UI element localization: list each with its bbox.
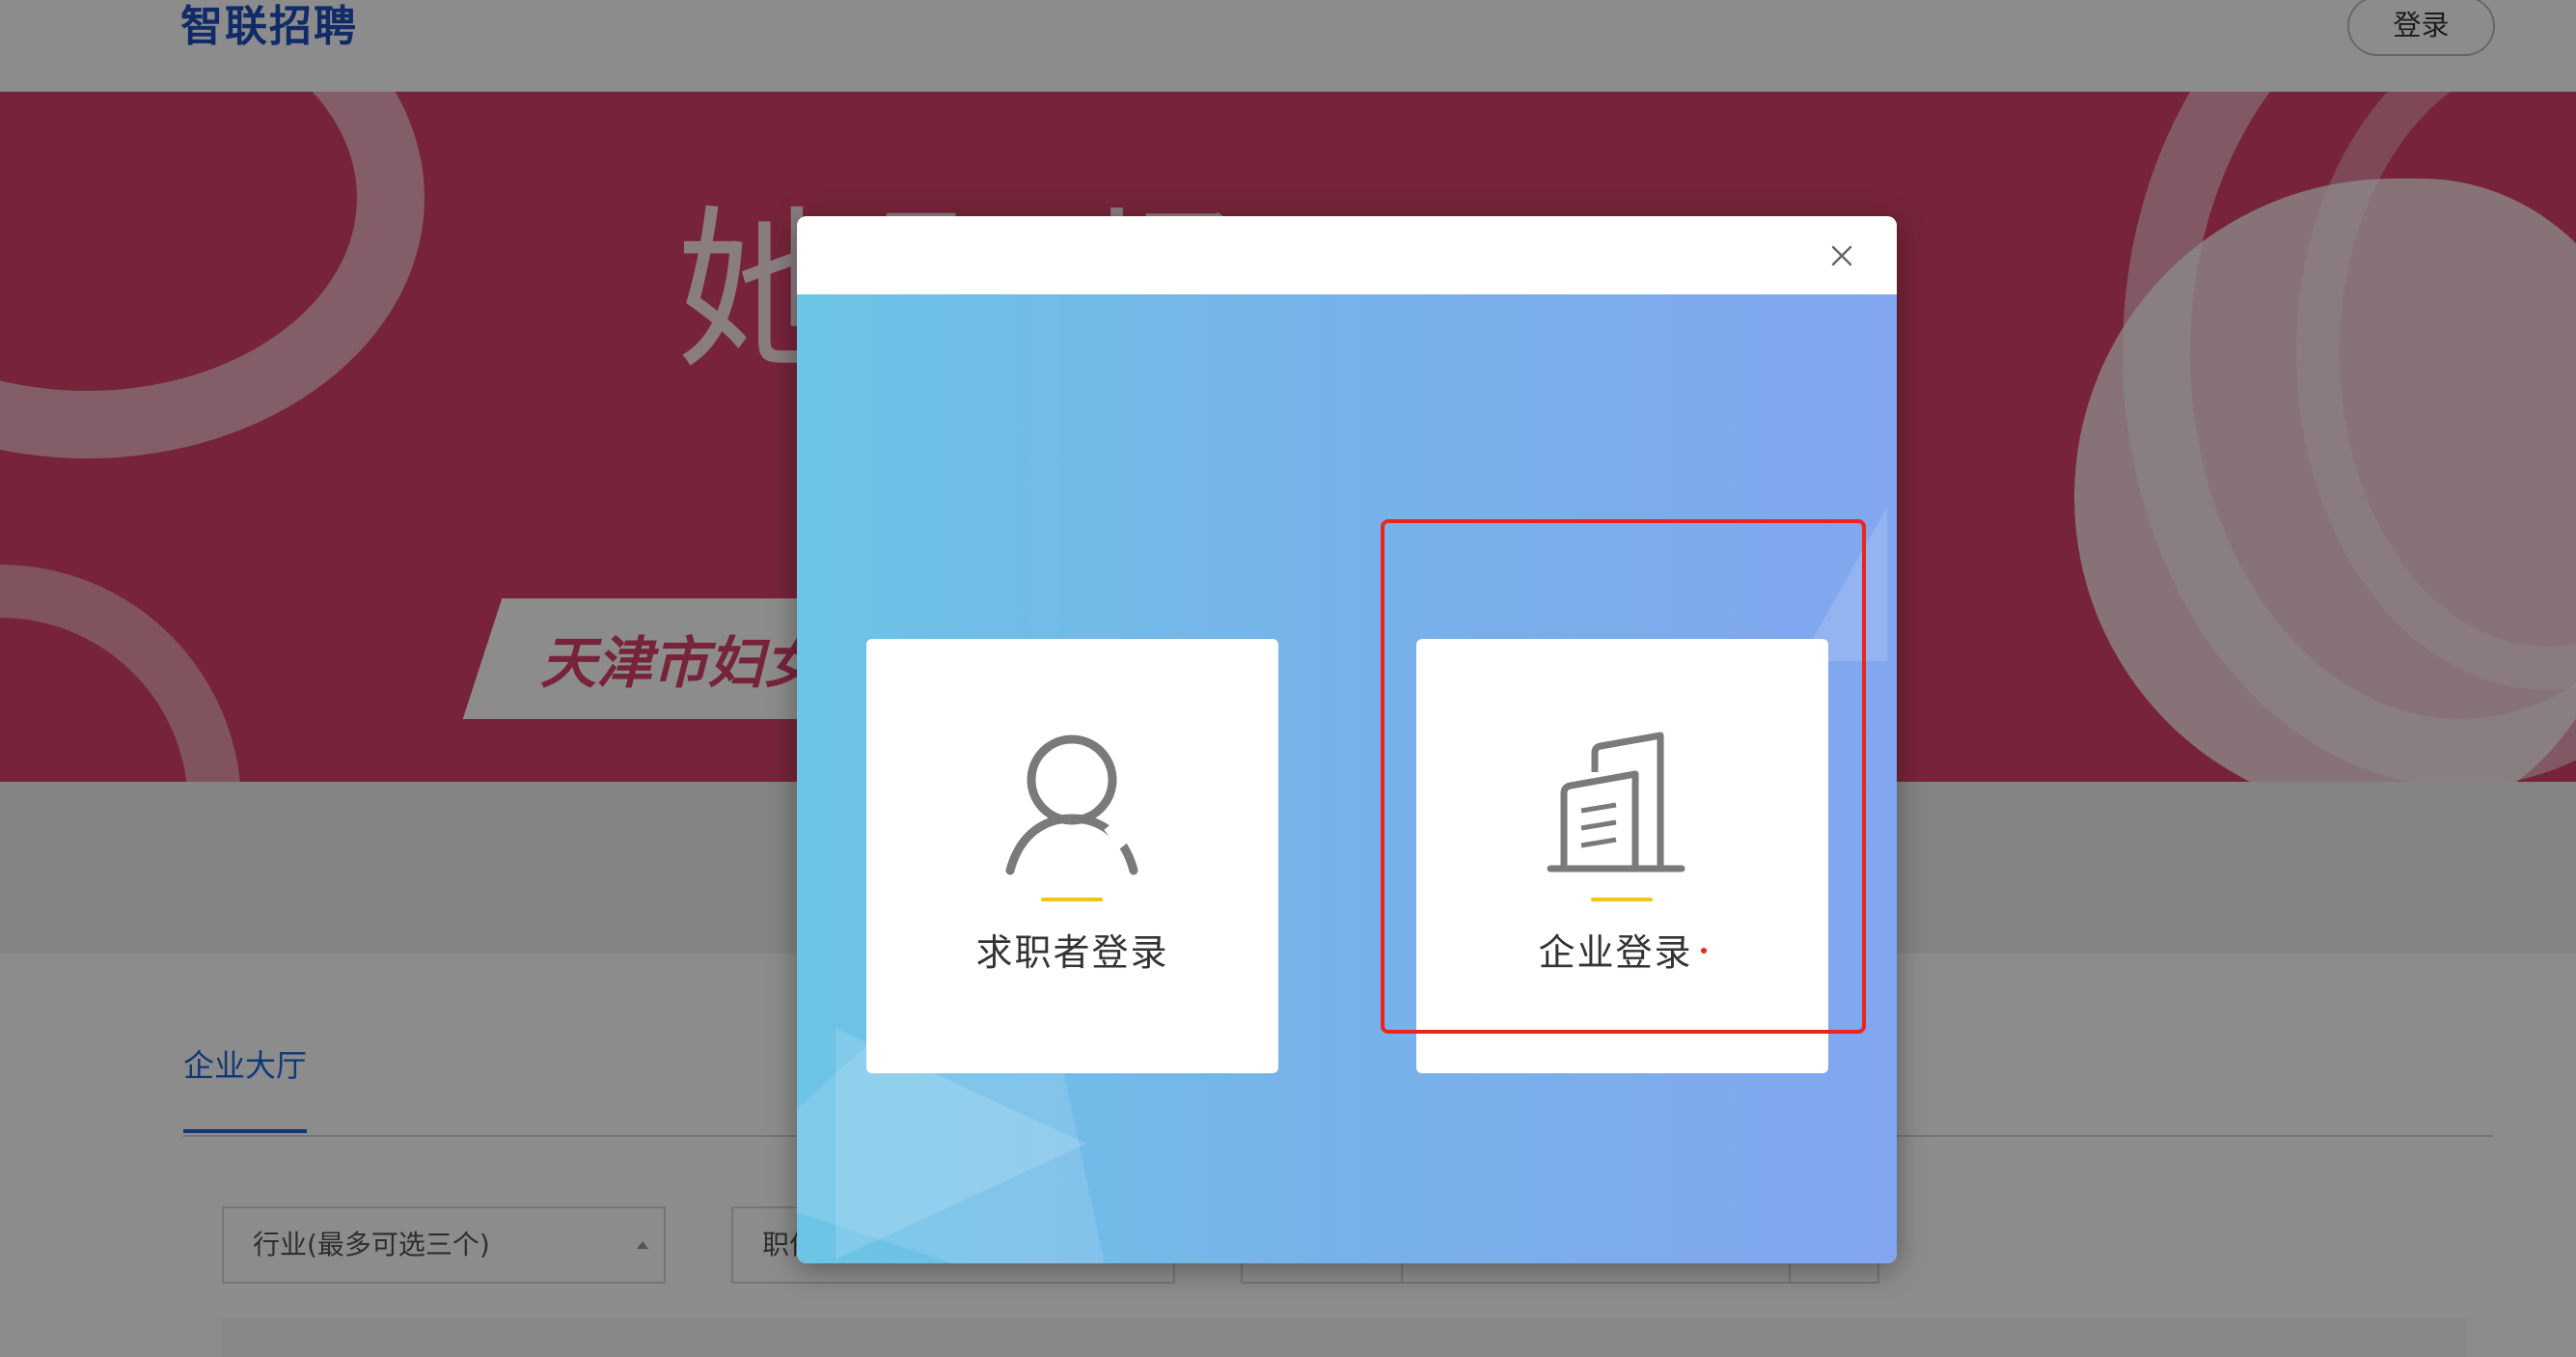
background-facet-decoration xyxy=(1800,507,1887,661)
modal-body: 求职者登录 企业登录 xyxy=(797,294,1897,1263)
job-seeker-login-label: 求职者登录 xyxy=(975,931,1169,974)
close-icon[interactable] xyxy=(1825,239,1858,272)
company-login-card[interactable]: 企业登录 xyxy=(1416,639,1828,1073)
company-login-label-row: 企业登录 xyxy=(1416,924,1828,982)
job-seeker-login-card[interactable]: 求职者登录 xyxy=(866,639,1278,1073)
card-accent-underline xyxy=(1591,898,1653,901)
login-type-modal: 求职者登录 企业登录 xyxy=(797,216,1897,1263)
page: 智联招聘 登录 她职场 天津市妇女 企业大厅 行业(最多可选三个) 职位 xyxy=(0,0,2576,1357)
red-dot-marker xyxy=(1700,947,1707,954)
company-login-label: 企业登录 xyxy=(1538,931,1693,974)
card-accent-underline xyxy=(1041,898,1103,901)
person-icon xyxy=(995,726,1149,880)
modal-header xyxy=(797,216,1897,294)
building-icon xyxy=(1545,726,1699,880)
